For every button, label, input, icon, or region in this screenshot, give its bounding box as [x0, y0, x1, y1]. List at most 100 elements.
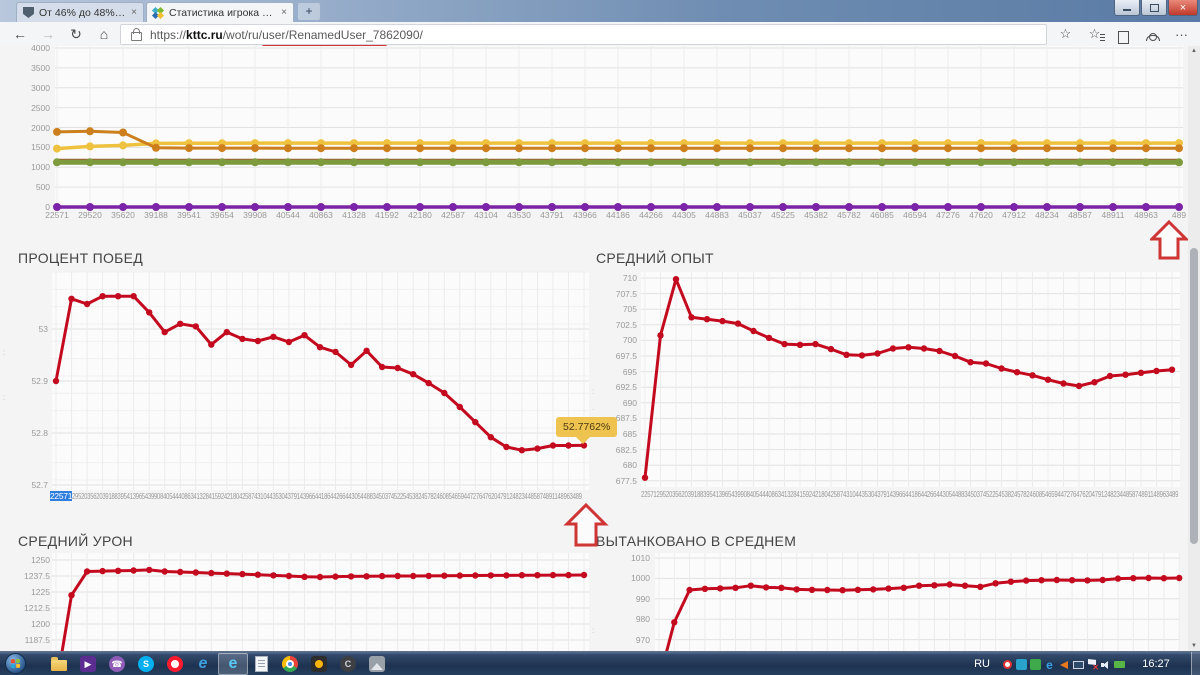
- axis-label: 47276: [936, 210, 960, 220]
- axis-label: 39541: [177, 210, 201, 220]
- scroll-up-icon[interactable]: ▲: [1188, 46, 1200, 56]
- close-tab-icon[interactable]: ×: [131, 7, 137, 18]
- axis-label: 45225: [771, 210, 795, 220]
- axis-label: 1500: [31, 142, 50, 153]
- axis-label: 45037: [738, 210, 762, 220]
- axis-label: 990: [635, 593, 650, 604]
- taskbar-clock[interactable]: 16:27: [1136, 658, 1176, 670]
- tab-title: Статистика игрока RenamedUs...: [169, 6, 276, 19]
- notepad-icon[interactable]: [252, 655, 270, 673]
- tray-green-icon[interactable]: [1029, 658, 1042, 671]
- language-indicator[interactable]: RU: [974, 658, 990, 670]
- tab-title: От 46% до 48% побед как так?: [39, 6, 126, 19]
- axis-label: 39908: [243, 210, 267, 220]
- start-button[interactable]: [5, 653, 26, 674]
- opera-icon[interactable]: [166, 655, 184, 673]
- maximize-button[interactable]: [1141, 0, 1167, 16]
- axis-label: 47912: [1002, 210, 1026, 220]
- profile-icon[interactable]: [1138, 28, 1167, 41]
- axis-label: 3000: [31, 82, 50, 93]
- x-axis-labels: 2257129520356203918839541396543990840544…: [641, 489, 1178, 499]
- axis-label: 705: [622, 304, 637, 315]
- dark-app-icon[interactable]: C: [339, 655, 357, 673]
- axis-label: 1225: [31, 587, 50, 597]
- axis-label: 4000: [31, 43, 50, 53]
- tray-monitor-icon[interactable]: [1072, 658, 1085, 671]
- chrome-icon[interactable]: [281, 655, 299, 673]
- viber-icon[interactable]: ☎: [108, 655, 126, 673]
- scrollbar-thumb[interactable]: [1190, 248, 1198, 544]
- close-tab-icon[interactable]: ×: [281, 7, 287, 18]
- axis-label: 682.5: [615, 444, 637, 455]
- axis-label: 22571: [45, 210, 69, 220]
- axis-label: 52.9: [31, 376, 48, 386]
- axis-label: 53: [38, 324, 48, 334]
- axis-label: 680: [622, 460, 637, 471]
- taskbar: ▶ ☎ S e e C RU e 16:27: [0, 651, 1200, 675]
- stray-mark: :: [3, 348, 6, 357]
- tray-teal-icon[interactable]: [1015, 658, 1028, 671]
- axis-label: 48587: [1068, 210, 1092, 220]
- axis-label: 35620: [111, 210, 135, 220]
- axis-label: 2500: [31, 102, 50, 113]
- tray-edge-icon[interactable]: e: [1043, 658, 1056, 672]
- tray-horn-icon[interactable]: [1057, 658, 1070, 671]
- kttc-favicon-icon: [151, 6, 165, 20]
- axis-label: 1250: [31, 555, 50, 565]
- avg-xp-x-axis: 2257129520356203918839541396543990840544…: [641, 489, 1178, 500]
- tray-battery-icon[interactable]: [1113, 658, 1126, 671]
- axis-label: 46594: [903, 210, 927, 220]
- annotation-arrow-up-center: [563, 502, 609, 547]
- axis-label: 47620: [969, 210, 993, 220]
- axis-label: 710: [622, 273, 637, 283]
- hazard-app-icon[interactable]: [310, 655, 328, 673]
- screen: От 46% до 48% побед как так? × Статистик…: [0, 0, 1200, 675]
- axis-label: 46085: [870, 210, 894, 220]
- axis-label: 29520: [78, 210, 102, 220]
- tab-player-stats[interactable]: Статистика игрока RenamedUs... ×: [146, 2, 294, 22]
- folder-icon[interactable]: [50, 655, 68, 673]
- window-controls: ×: [1113, 0, 1198, 16]
- internet-explorer-icon[interactable]: e: [194, 655, 212, 673]
- charts-canvas: [52, 46, 1183, 651]
- tab-forum[interactable]: От 46% до 48% побед как так? ×: [16, 2, 144, 22]
- new-tab-button[interactable]: +: [298, 3, 320, 20]
- minimize-button[interactable]: [1114, 0, 1140, 16]
- skype-icon[interactable]: S: [137, 655, 155, 673]
- annotation-arrow-up-right: [1150, 219, 1188, 260]
- axis-label: 1000: [631, 573, 650, 584]
- axis-label: 43791: [540, 210, 564, 220]
- axis-label: 44883: [705, 210, 729, 220]
- axis-label: 3500: [31, 62, 50, 73]
- chart-title-win-rate: ПРОЦЕНТ ПОБЕД: [18, 250, 144, 266]
- axis-label: 43966: [573, 210, 597, 220]
- axis-label: 44266: [639, 210, 663, 220]
- axis-label: 39654: [210, 210, 234, 220]
- photos-app-icon[interactable]: [368, 655, 386, 673]
- media-app-icon[interactable]: ▶: [79, 655, 97, 673]
- axis-label: 42587: [441, 210, 465, 220]
- window-close-button[interactable]: ×: [1168, 0, 1198, 16]
- tray-action-center-icon[interactable]: [1086, 658, 1099, 672]
- stray-mark: :: [3, 393, 6, 402]
- axis-label: 980: [635, 614, 650, 625]
- tray-volume-icon[interactable]: [1099, 658, 1112, 671]
- axis-label: 1200: [31, 619, 50, 629]
- axis-label: 2000: [31, 122, 50, 133]
- chart-tooltip: 52.7762%: [556, 417, 618, 444]
- axis-label: 1000: [31, 162, 50, 173]
- stray-mark: .: [592, 403, 595, 412]
- axis-label: 48234: [1035, 210, 1059, 220]
- axis-label: 697.5: [615, 351, 637, 361]
- chart-title-avg-blocked: ВЫТАНКОВАНО В СРЕДНЕМ: [596, 533, 797, 549]
- shield-icon: [23, 7, 34, 18]
- scroll-down-icon[interactable]: ▼: [1188, 641, 1200, 651]
- axis-label: 44305: [672, 210, 696, 220]
- axis-label: 1212.5: [24, 603, 50, 613]
- edge-icon[interactable]: e: [224, 655, 242, 673]
- tray-opera-icon[interactable]: [1001, 658, 1014, 671]
- stray-mark: :: [592, 626, 595, 635]
- axis-label: 42180: [408, 210, 432, 220]
- show-desktop-button[interactable]: [1191, 652, 1200, 675]
- axis-label: 500: [35, 182, 50, 193]
